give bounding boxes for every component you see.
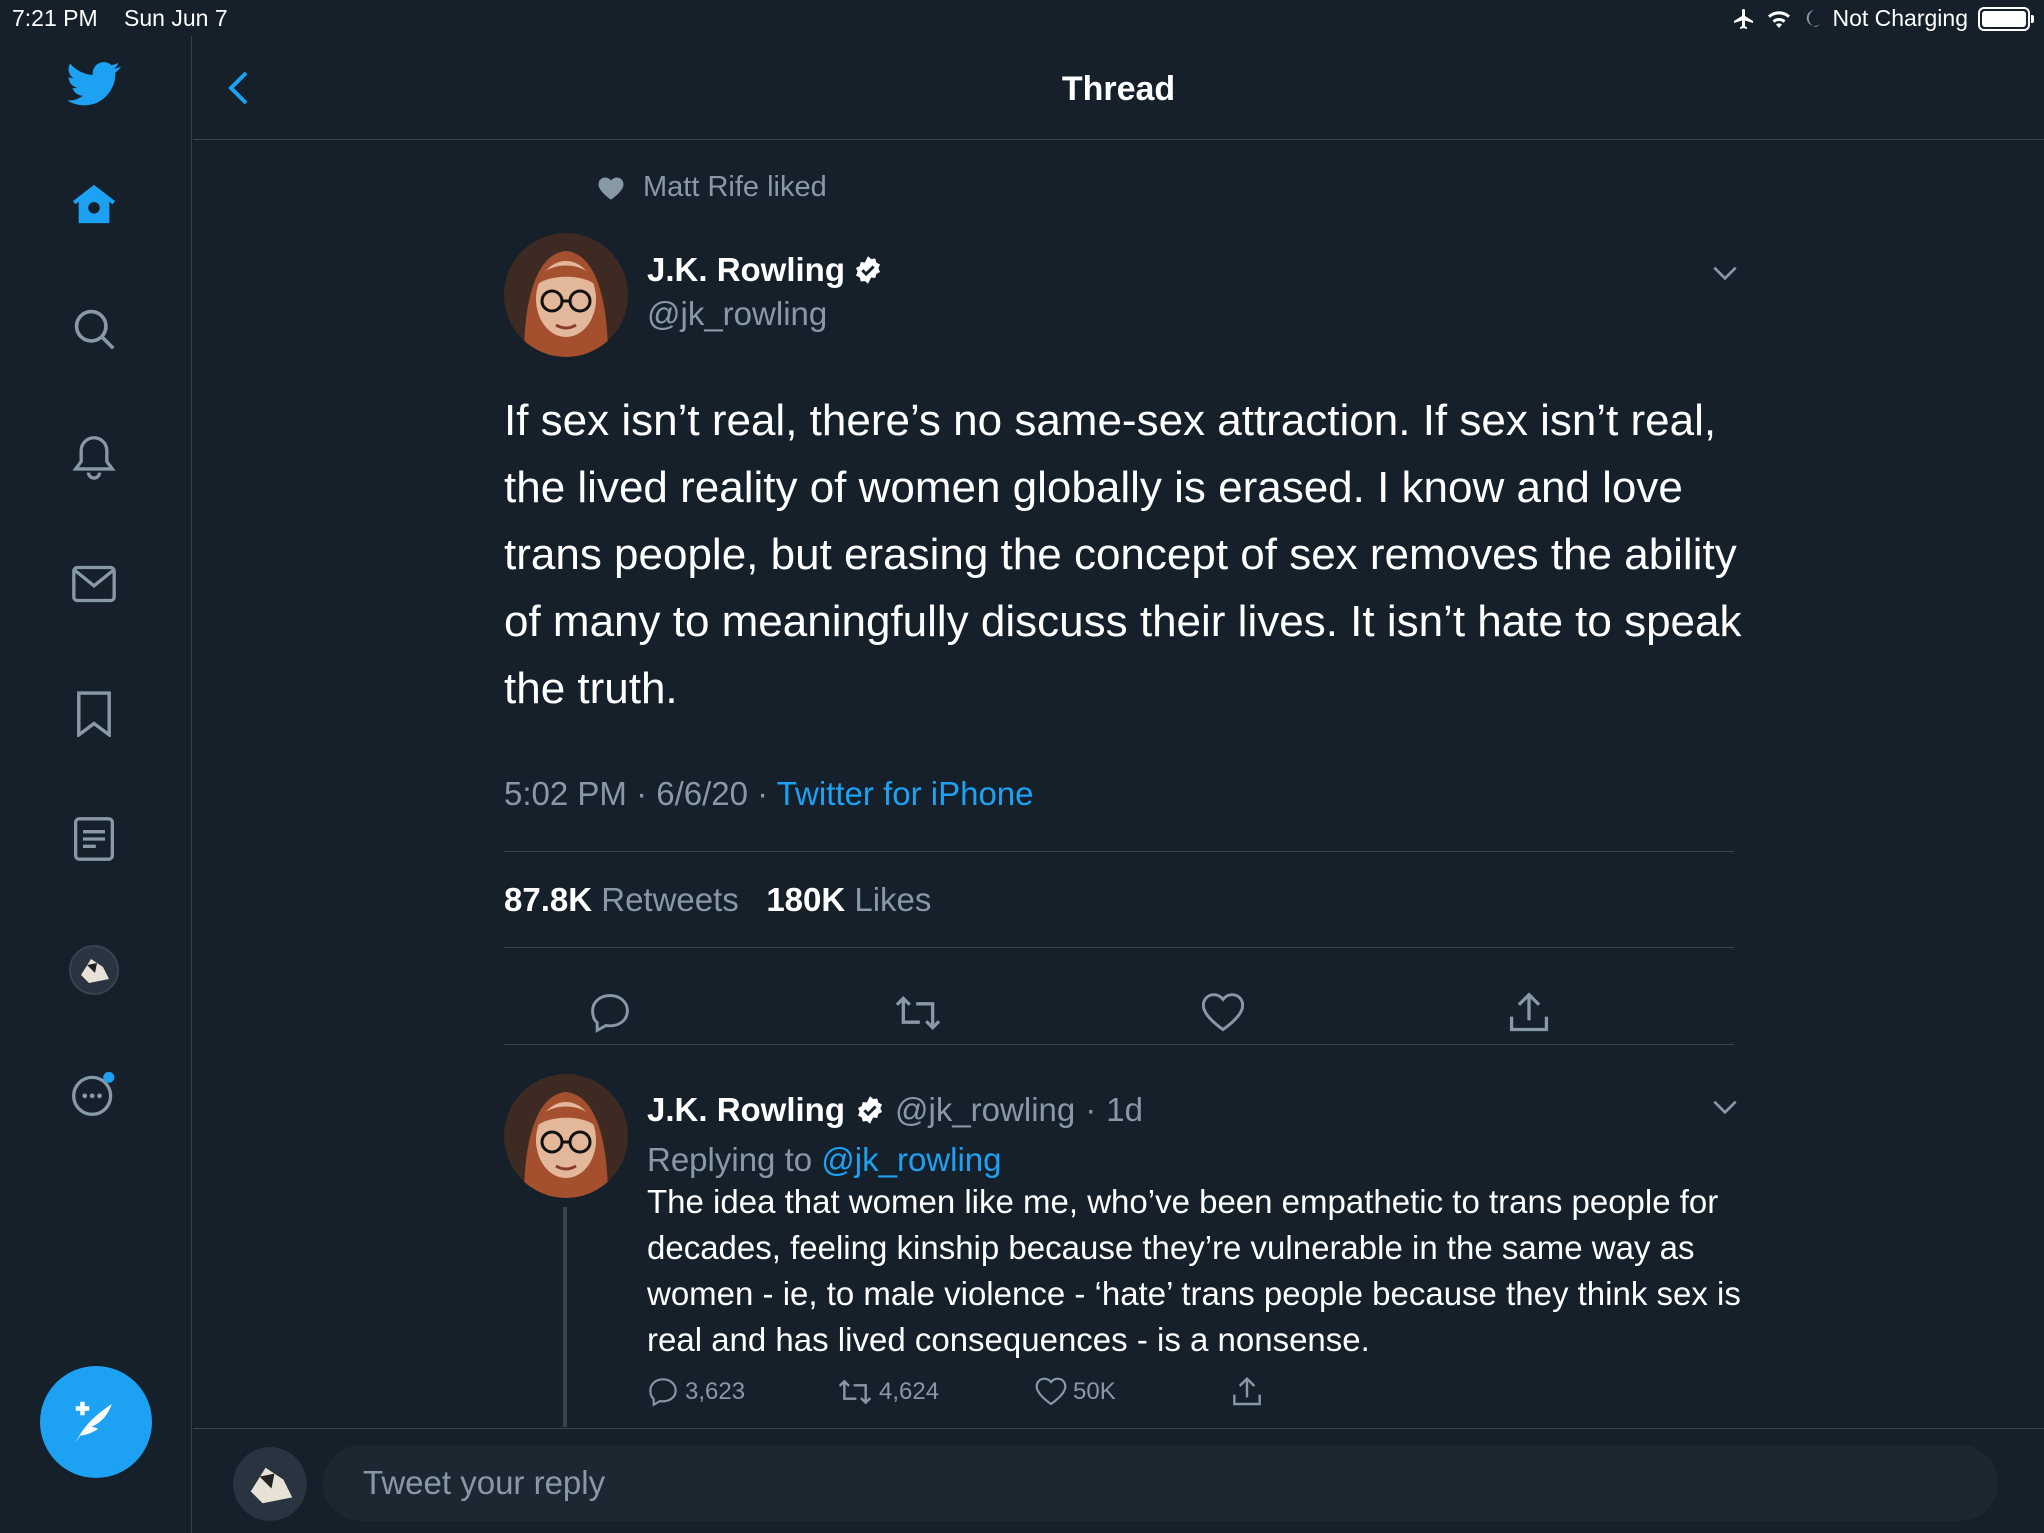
reply-share-button[interactable] — [1231, 1376, 1263, 1408]
meta-separator: · — [626, 775, 657, 812]
retweet-button[interactable] — [894, 991, 941, 1035]
tweet-meta: 5:02 PM · 6/6/20 · Twitter for iPhone — [504, 775, 1034, 813]
tweet-stats: 87.8K Retweets 180K Likes — [504, 881, 931, 919]
reply-like-button[interactable]: 50K — [1035, 1376, 1116, 1408]
reply-icon — [591, 994, 629, 1033]
reply-author-avatar[interactable] — [504, 1074, 628, 1198]
sidebar — [0, 36, 192, 1533]
status-date: Sun Jun 7 — [124, 5, 228, 31]
divider — [504, 947, 1734, 948]
reply-icon — [649, 1378, 677, 1407]
home-icon[interactable] — [66, 176, 122, 232]
author-display-name[interactable]: J.K. Rowling — [647, 251, 883, 289]
messages-icon[interactable] — [66, 556, 122, 612]
share-icon — [1509, 992, 1549, 1032]
retweet-icon — [838, 1379, 872, 1405]
twitter-logo-icon[interactable] — [66, 56, 122, 112]
reply-composer — [193, 1428, 2044, 1533]
verified-badge-icon — [856, 256, 880, 284]
heart-icon — [1035, 1377, 1067, 1406]
retweets-label: Retweets — [601, 881, 739, 918]
author-block: J.K. Rowling @jk_rowling — [647, 251, 883, 333]
reply-text: The idea that women like me, who’ve been… — [647, 1183, 1741, 1358]
user-avatar[interactable] — [233, 1447, 307, 1521]
thread-header: Thread — [193, 36, 2044, 140]
battery-icon — [1978, 6, 2034, 31]
social-context: Matt Rife liked — [597, 171, 827, 204]
replying-to-prefix: Replying to — [647, 1141, 813, 1178]
airplane-icon — [1734, 8, 1754, 29]
reply-button[interactable] — [588, 991, 632, 1035]
likes-label: Likes — [854, 881, 932, 918]
status-time: 7:21 PM — [12, 5, 98, 31]
bookmarks-icon[interactable] — [66, 686, 122, 742]
like-count: 50K — [1073, 1378, 1116, 1405]
profile-avatar[interactable] — [66, 942, 122, 998]
tweet-text: If sex isn’t real, there’s no same-sex a… — [504, 396, 1742, 713]
reply-retweet-button[interactable]: 4,624 — [837, 1376, 939, 1408]
chevron-down-icon — [1713, 266, 1737, 281]
lists-icon[interactable] — [66, 811, 122, 867]
more-options-icon[interactable] — [66, 1066, 122, 1122]
reply-input[interactable] — [323, 1445, 1998, 1521]
reply-author-name[interactable]: J.K. Rowling — [647, 1091, 845, 1129]
share-button[interactable] — [1507, 991, 1551, 1035]
author-name-text: J.K. Rowling — [647, 251, 845, 288]
retweet-count: 4,624 — [879, 1378, 940, 1405]
reply-count: 3,623 — [685, 1378, 746, 1405]
verified-badge-icon — [858, 1096, 882, 1124]
likes-count: 180K — [766, 881, 846, 918]
author-handle[interactable]: @jk_rowling — [647, 295, 883, 333]
compose-tweet-button[interactable] — [40, 1366, 152, 1478]
status-bar: 7:21 PM Sun Jun 7 Not Charging — [0, 0, 2044, 36]
tweet-date: 6/6/20 — [656, 775, 748, 812]
reply-reply-button[interactable]: 3,623 — [647, 1376, 745, 1408]
tweet-menu-button[interactable] — [1709, 257, 1741, 289]
like-button[interactable] — [1201, 991, 1245, 1035]
battery-status-text: Not Charging — [1832, 5, 1968, 31]
divider — [504, 1044, 1734, 1045]
reply-age: 1d — [1106, 1091, 1143, 1128]
compose-feather-icon — [75, 1401, 112, 1443]
heart-icon — [1201, 993, 1245, 1032]
reply-header: J.K. Rowling @jk_rowling · 1d — [647, 1091, 1143, 1129]
tweet-time: 5:02 PM — [504, 775, 627, 812]
reply-menu-button[interactable] — [1709, 1091, 1741, 1123]
share-icon — [1233, 1376, 1261, 1406]
search-icon[interactable] — [66, 301, 122, 357]
meta-separator: · — [747, 775, 777, 812]
divider — [504, 851, 1734, 852]
meta-separator: · — [1085, 1091, 1097, 1128]
likes-stat[interactable]: 180K Likes — [766, 881, 931, 918]
wifi-icon — [1768, 10, 1791, 28]
replying-to-handle[interactable]: @jk_rowling — [821, 1141, 1001, 1178]
tweet-actions — [504, 971, 1734, 1051]
thread-content: Matt Rife liked J.K. Rowling @jk_rowling… — [193, 141, 2044, 1427]
reply-author-handle[interactable]: @jk_rowling — [895, 1091, 1075, 1129]
tweet-source-link[interactable]: Twitter for iPhone — [777, 775, 1034, 812]
thread-connector-line — [563, 1207, 567, 1427]
page-title: Thread — [1061, 70, 1176, 108]
moon-icon — [1807, 9, 1821, 27]
chevron-down-icon — [1713, 1100, 1737, 1115]
social-context-text: Matt Rife liked — [643, 171, 827, 203]
author-avatar[interactable] — [504, 233, 628, 357]
retweets-count: 87.8K — [504, 881, 593, 918]
retweets-stat[interactable]: 87.8K Retweets — [504, 881, 739, 918]
heart-filled-icon — [598, 177, 624, 200]
notifications-icon[interactable] — [66, 429, 122, 485]
replying-to: Replying to @jk_rowling — [647, 1141, 1002, 1179]
reply-actions: 3,623 4,624 50K — [647, 1376, 1347, 1416]
retweet-icon — [895, 995, 941, 1031]
